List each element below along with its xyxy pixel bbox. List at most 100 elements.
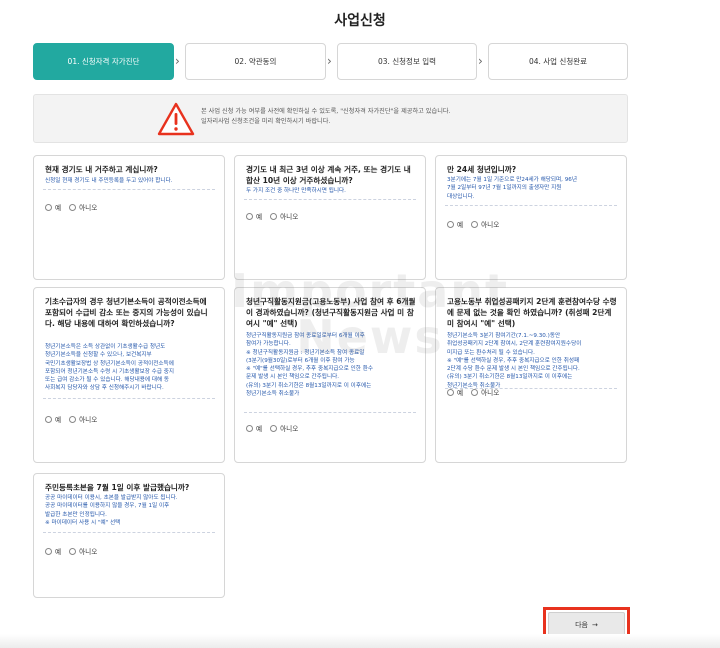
notice-box: 본 사업 신청 가능 여부를 사전에 확인하실 수 있도록, "신청자격 자가진… <box>33 94 628 143</box>
description-line: ※ "예"를 선택하실 경우, 추후 중복지급으로 인한 취성패 <box>447 357 580 364</box>
chevron-right-icon: › <box>478 54 483 68</box>
radio-yes-label: 예 <box>55 204 62 212</box>
notice-line: 일자리사업 신청조건을 미리 확인하시기 바랍니다. <box>201 118 331 125</box>
radio-no[interactable] <box>270 424 278 432</box>
radio-group: 예 아니오 <box>246 211 298 221</box>
radio-no[interactable] <box>270 212 278 220</box>
page-title: 사업신청 <box>334 13 386 29</box>
radio-group: 예 아니오 <box>45 546 97 556</box>
radio-no-label: 아니오 <box>280 425 299 433</box>
description-line: ※ "예"를 선택하실 경우, 추후 중복지급으로 인한 환수 <box>246 366 373 373</box>
description-line: 공공 마이데이터 이용시, 초본을 발급받지 않아도 됩니다. <box>45 495 178 501</box>
question-description: 청년기본소득 3분기 참여기간(7.1.~9.30.)동안 취업성공패키지 2단… <box>447 332 617 390</box>
radio-yes[interactable] <box>447 388 454 396</box>
divider <box>43 398 215 399</box>
radio-no-label: 아니오 <box>280 213 299 221</box>
radio-group: 예 아니오 <box>45 202 97 212</box>
radio-group: 예 아니오 <box>447 219 499 229</box>
divider <box>43 189 215 190</box>
description-line: (유의) 3분기 취소기한은 8월13일까지로 이 이후에는 <box>447 374 573 381</box>
description-line: 대상입니다. <box>447 193 475 200</box>
radio-no[interactable] <box>69 547 77 555</box>
question-title: 기초수급자의 경우 청년기본소득이 공적이전소득에 포함되어 수급비 감소 또는… <box>45 297 208 328</box>
radio-yes[interactable] <box>45 415 52 423</box>
description-line: 청년기본소득을 신청할 수 있으나, 보건복지부 <box>45 352 152 359</box>
description-line: 두 가지 조건 중 하나만 만족하시면 됩니다. <box>246 188 346 194</box>
question-card-resident-registration: 주민등록초본을 7월 1일 이후 발급했습니까? 공공 마이데이터 이용시, 초… <box>33 473 225 598</box>
radio-no[interactable] <box>69 415 77 423</box>
divider <box>445 205 617 206</box>
divider <box>244 412 416 413</box>
description-line: 미지급 또는 환수처리 될 수 있습니다. <box>447 349 535 356</box>
radio-yes[interactable] <box>246 424 253 432</box>
question-description: 청년구직활동지원금 참여 종료일로부터 6개월 이후 참여가 가능합니다. ※ … <box>246 332 416 398</box>
description-line: ※ 청년구직활동지원금 : 청년기본소득 참여 종료일 <box>246 349 365 356</box>
radio-no-label: 아니오 <box>481 389 500 397</box>
step-indicator: 01. 신청자격 자가진단 › 02. 약관동의 › 03. 신청정보 입력 ›… <box>33 43 628 80</box>
description-line: ※ 마이데이터 사용 시 "예" 선택 <box>45 519 121 526</box>
radio-yes-label: 예 <box>457 221 464 229</box>
description-line: 청년기본소득은 소득 상관없이 기초생활수급 청년도 <box>45 344 166 350</box>
radio-no[interactable] <box>69 203 77 211</box>
description-line: 청년기본소득 3분기 참여기간(7.1.~9.30.)동안 <box>447 333 561 339</box>
description-line: 참여가 가능합니다. <box>246 341 291 348</box>
description-line: 2단계 수당 환수 문제 발생 시 본인 책임으로 간주됩니다. <box>447 366 580 373</box>
question-title: 주민등록초본을 7월 1일 이후 발급했습니까? <box>45 483 190 492</box>
description-line: 취업성공패키지 2단계 참여시, 2단계 훈련참여지원수당이 <box>447 341 582 348</box>
description-line: (3분기(9월30일)로부터 6개월 이후 참여 가능 <box>246 357 355 364</box>
description-line: 문제 발생 시 본인 책임으로 간주됩니다. <box>246 374 340 381</box>
radio-yes[interactable] <box>246 212 253 220</box>
description-line: 신청일 현재 경기도 내 주민등록을 두고 있어야 합니다. <box>45 178 173 184</box>
question-card-job-seeking-allowance: 청년구직활동지원금(고용노동부) 사업 참여 후 6개월이 경과하였습니까? (… <box>234 287 426 463</box>
divider <box>43 532 215 533</box>
next-button-label: 다음 <box>575 620 588 629</box>
question-card-residence-period: 경기도 내 최근 3년 이상 계속 거주, 또는 경기도 내 합산 10년 이상… <box>234 155 426 280</box>
radio-yes[interactable] <box>45 547 52 555</box>
radio-group: 예 아니오 <box>447 387 499 397</box>
radio-no-label: 아니오 <box>79 204 98 212</box>
step-self-diagnosis[interactable]: 01. 신청자격 자가진단 <box>33 43 174 80</box>
radio-yes[interactable] <box>447 220 454 228</box>
question-description: 청년기본소득은 소득 상관없이 기초생활수급 청년도 청년기본소득을 신청할 수… <box>45 343 215 393</box>
radio-yes-label: 예 <box>457 389 464 397</box>
radio-no-label: 아니오 <box>79 548 98 556</box>
arrow-right-icon: → <box>592 620 598 629</box>
radio-no-label: 아니오 <box>79 416 98 424</box>
radio-group: 예 아니오 <box>246 423 298 433</box>
notice-line: 본 사업 신청 가능 여부를 사전에 확인하실 수 있도록, "신청자격 자가진… <box>201 108 451 115</box>
radio-no-label: 아니오 <box>481 221 500 229</box>
description-line: 포함되어 청년기본소득 수령 시 기초생활보장 수급 중지 <box>45 368 175 375</box>
step-terms-agreement[interactable]: 02. 약관동의 <box>185 43 326 80</box>
chevron-right-icon: › <box>327 54 332 68</box>
description-line: 공공 마이데이터를 이용하지 않을 경우, 7월 1일 이후 <box>45 503 170 510</box>
chevron-right-icon: › <box>175 54 180 68</box>
question-card-residence: 현재 경기도 내 거주하고 계십니까? 신청일 현재 경기도 내 주민등록을 두… <box>33 155 225 280</box>
description-line: 청년기본소득 취소불가 <box>246 391 300 398</box>
question-title: 현재 경기도 내 거주하고 계십니까? <box>45 165 158 174</box>
question-title: 경기도 내 최근 3년 이상 계속 거주, 또는 경기도 내 합산 10년 이상… <box>246 165 411 185</box>
description-line: 사회복지 담당자와 상담 후 신청해주시기 바랍니다. <box>45 385 164 392</box>
radio-yes-label: 예 <box>55 548 62 556</box>
question-card-basic-livelihood: 기초수급자의 경우 청년기본소득이 공적이전소득에 포함되어 수급비 감소 또는… <box>33 287 225 463</box>
description-line: 발급한 초본만 인정됩니다. <box>45 511 107 518</box>
step-complete[interactable]: 04. 사업 신청완료 <box>488 43 628 80</box>
radio-yes-label: 예 <box>55 416 62 424</box>
question-card-age: 만 24세 청년입니까? 3분기에는 7월 1일 기준으로 만24세가 해당되며… <box>435 155 627 280</box>
radio-yes-label: 예 <box>256 213 263 221</box>
warning-triangle-icon <box>157 102 195 136</box>
description-line: (유의) 3분기 취소기한은 8월13일까지로 이 이후에는 <box>246 382 372 389</box>
radio-yes-label: 예 <box>256 425 263 433</box>
radio-no[interactable] <box>471 220 479 228</box>
notice-text: 본 사업 신청 가능 여부를 사전에 확인하실 수 있도록, "신청자격 자가진… <box>201 107 451 127</box>
radio-yes[interactable] <box>45 203 52 211</box>
question-title: 만 24세 청년입니까? <box>447 165 517 174</box>
description-line: 청년구직활동지원금 참여 종료일로부터 6개월 이후 <box>246 333 365 339</box>
step-application-info[interactable]: 03. 신청정보 입력 <box>337 43 477 80</box>
radio-no[interactable] <box>471 388 479 396</box>
divider <box>244 199 416 200</box>
question-description: 3분기에는 7월 1일 기준으로 만24세가 해당되며, 96년 7월 2일부터… <box>447 176 617 201</box>
question-card-employment-package: 고용노동부 취업성공패키지 2단계 훈련참여수당 수령에 문제 없는 것을 확인… <box>435 287 627 463</box>
question-description: 공공 마이데이터 이용시, 초본을 발급받지 않아도 됩니다. 공공 마이데이터… <box>45 494 215 527</box>
footer-fade <box>0 634 720 648</box>
description-line: 3분기에는 7월 1일 기준으로 만24세가 해당되며, 96년 <box>447 177 577 183</box>
